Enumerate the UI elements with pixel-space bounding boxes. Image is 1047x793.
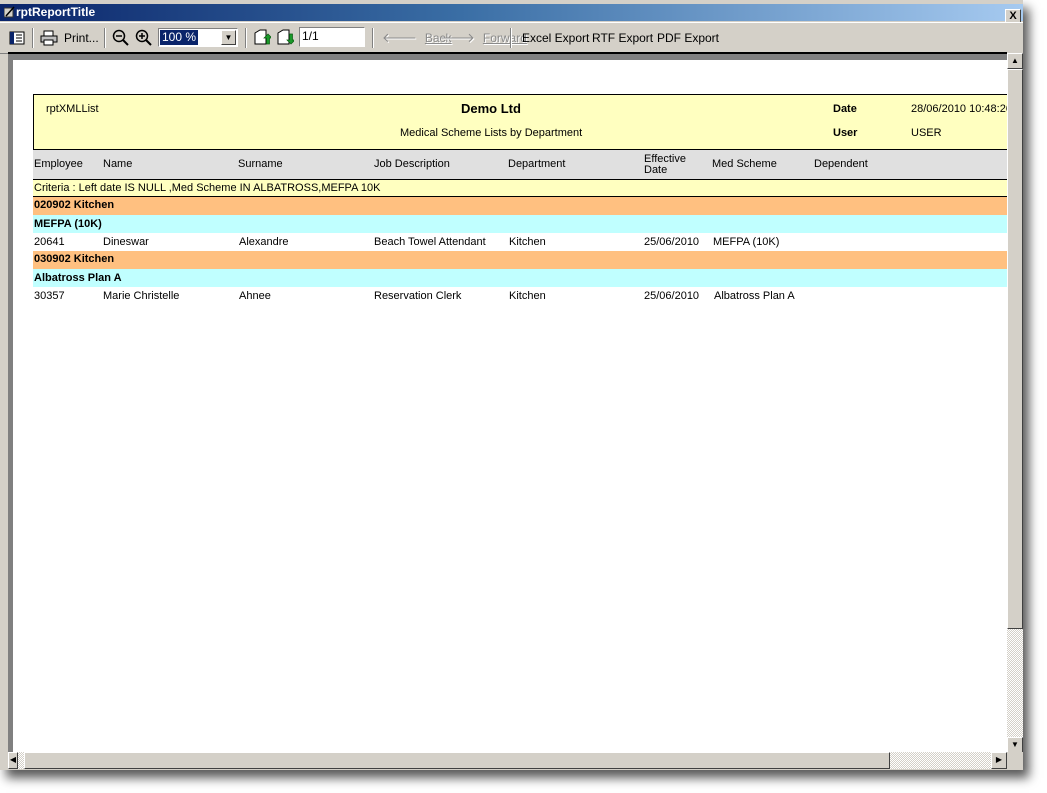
pdf-export-button[interactable]: PDF Export [657, 28, 719, 48]
page-up-icon [254, 29, 271, 45]
forward-button[interactable]: 🡒 Forward [440, 28, 527, 48]
forward-label: Forward [482, 31, 527, 45]
report-name: rptXMLList [46, 103, 99, 115]
user-label: User [833, 127, 858, 139]
cell-employee: 20641 [34, 236, 65, 248]
col-med-scheme: Med Scheme [712, 158, 777, 170]
cell-department: Kitchen [509, 290, 546, 302]
cell-med-scheme: Albatross Plan A [714, 290, 795, 302]
previous-page-button[interactable] [253, 28, 271, 48]
cell-effective-date: 25/06/2010 [644, 290, 700, 302]
report-header: rptXMLList Demo Ltd Medical Scheme Lists… [33, 94, 1012, 150]
horizontal-scroll-thumb[interactable] [24, 752, 890, 769]
column-headers: Employee Name Surname Job Description De… [33, 150, 1008, 180]
col-dependent: Dependent [814, 158, 868, 170]
date-value: 28/06/2010 10:48:26 [911, 103, 1012, 115]
cell-effective-date: 25/06/2010 [644, 236, 700, 248]
company-name: Demo Ltd [461, 101, 521, 116]
scroll-right-button[interactable]: ▶ [991, 752, 1007, 769]
zoom-in-icon [135, 29, 152, 46]
department-group-header: 020902 Kitchen [33, 197, 1008, 215]
rtf-export-button[interactable]: RTF Export [592, 28, 653, 48]
table-row: 30357 Marie Christelle Ahnee Reservation… [33, 287, 1008, 305]
col-job-description: Job Description [374, 158, 450, 170]
tree-panel-icon [9, 31, 25, 45]
cell-job: Reservation Clerk [374, 290, 462, 302]
cell-med-scheme: MEFPA (10K) [713, 236, 780, 248]
criteria-text: Criteria : Left date IS NULL ,Med Scheme… [33, 180, 1008, 197]
arrow-left-icon: 🡐 [382, 30, 417, 45]
scheme-group-header: Albatross Plan A [33, 269, 1008, 287]
cell-job: Beach Towel Attendant [374, 236, 486, 248]
arrow-right-icon: ▶ [995, 755, 1003, 764]
cell-surname: Ahnee [239, 290, 271, 302]
report-viewer-window: rptReportTitle X Print... 100 % ▼ 1/1 🡐 … [0, 0, 1023, 770]
cell-department: Kitchen [509, 236, 546, 248]
report-subtitle: Medical Scheme Lists by Department [400, 127, 583, 139]
scrollbar-corner [1007, 752, 1023, 769]
cell-surname: Alexandre [239, 236, 289, 248]
zoom-out-button[interactable] [112, 28, 130, 48]
table-row: 20641 Dineswar Alexandre Beach Towel Att… [33, 233, 1008, 251]
cell-employee: 30357 [34, 290, 65, 302]
col-employee: Employee [34, 158, 83, 170]
arrow-up-icon: ▲ [1011, 56, 1019, 65]
report-page: rptXMLList Demo Ltd Medical Scheme Lists… [33, 94, 1012, 305]
scheme-group-header: MEFPA (10K) [33, 215, 1008, 233]
page-down-icon [277, 29, 294, 45]
arrow-down-icon: ▼ [1011, 740, 1019, 749]
col-name: Name [103, 158, 133, 170]
print-button[interactable]: Print... [40, 28, 99, 48]
print-label: Print... [64, 31, 99, 45]
arrow-right-icon: 🡒 [440, 30, 475, 45]
scroll-up-button[interactable]: ▲ [1007, 53, 1023, 69]
scroll-left-button[interactable]: ◀ [8, 752, 18, 769]
cell-name: Dineswar [103, 236, 149, 248]
scroll-down-button[interactable]: ▼ [1007, 737, 1023, 753]
toolbar: Print... 100 % ▼ 1/1 🡐 Back 🡒 Forward Ex… [0, 22, 1023, 54]
next-page-button[interactable] [276, 28, 294, 48]
title-bar[interactable]: rptReportTitle X [0, 4, 1023, 24]
cell-name: Marie Christelle [103, 290, 180, 302]
col-effective-line2: Date [644, 164, 668, 176]
zoom-in-button[interactable] [135, 28, 153, 48]
col-surname: Surname [238, 158, 283, 170]
vertical-scrollbar[interactable]: ▲ ▼ [1007, 53, 1023, 753]
col-department: Department [508, 158, 566, 170]
date-label: Date [833, 103, 857, 115]
user-value: USER [911, 127, 942, 139]
app-icon [4, 6, 15, 18]
excel-export-button[interactable]: Excel Export [522, 28, 589, 48]
window-title: rptReportTitle [16, 5, 96, 19]
department-group-header: 030902 Kitchen [33, 251, 1008, 269]
zoom-out-icon [112, 29, 129, 46]
toggle-tree-button[interactable] [9, 28, 25, 48]
printer-icon [40, 30, 58, 46]
zoom-level-select[interactable]: 100 % ▼ [158, 28, 238, 47]
horizontal-scrollbar[interactable]: ◀ ▶ [8, 752, 1007, 769]
arrow-left-icon: ◀ [9, 755, 17, 764]
zoom-level-value: 100 % [160, 30, 199, 45]
page-number-input[interactable]: 1/1 [299, 27, 365, 47]
vertical-scroll-thumb[interactable] [1007, 69, 1023, 629]
chevron-down-icon[interactable]: ▼ [221, 30, 236, 45]
